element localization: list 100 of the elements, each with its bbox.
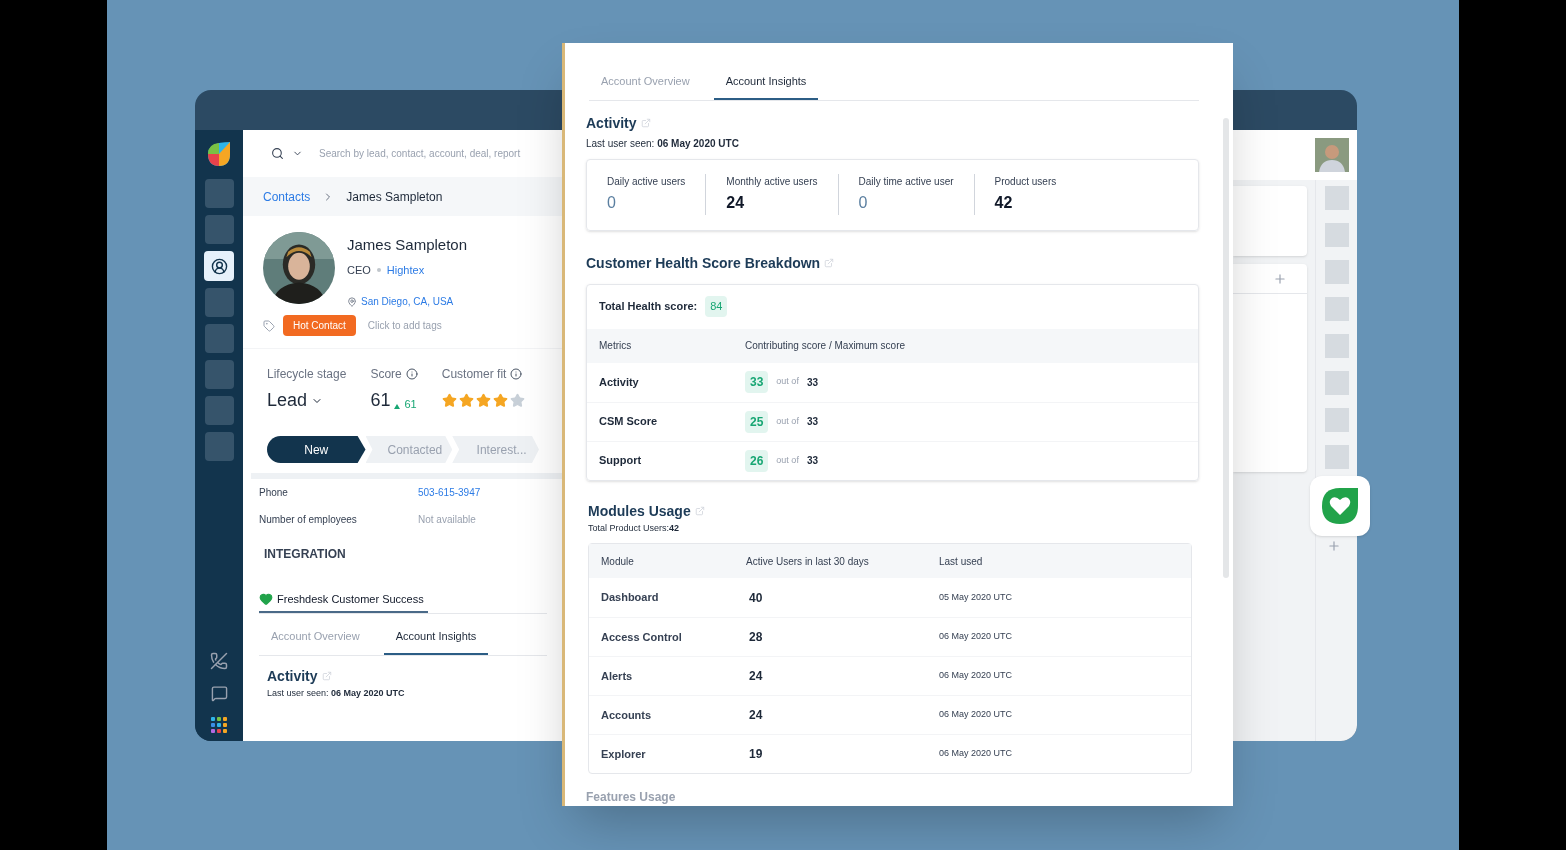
score-badge: 84 (705, 296, 728, 317)
app-placeholder[interactable] (1324, 408, 1349, 432)
location-link[interactable]: San Diego, CA, USA (361, 294, 454, 309)
active-users: 40 (749, 589, 764, 607)
metric-value: 0 (607, 193, 617, 213)
section-title: Customer Health Score Breakdown (586, 253, 821, 273)
info-icon[interactable] (405, 368, 418, 380)
metric-value: 24 (726, 193, 746, 213)
nav-placeholder[interactable] (204, 215, 234, 244)
metric-value: 0 (858, 193, 869, 213)
heart-icon (259, 592, 273, 606)
field-label: Number of employees (259, 513, 358, 527)
lifecycle-label: Lifecycle stage (267, 366, 347, 383)
tab[interactable]: Account Overview (589, 69, 702, 100)
nav-placeholder[interactable] (204, 324, 234, 353)
chat-icon[interactable] (210, 685, 228, 702)
dot-icon (376, 267, 381, 272)
plus-icon[interactable] (1273, 271, 1287, 286)
contacts-nav-item[interactable] (204, 251, 234, 281)
metric-label: Daily time active user (858, 175, 954, 189)
metric-name: CSM Score (599, 414, 659, 430)
nav-placeholder[interactable] (204, 396, 234, 425)
app-placeholder[interactable] (1324, 297, 1349, 321)
app-placeholder[interactable] (1324, 445, 1349, 469)
metric-name: Activity (599, 374, 640, 390)
nav-placeholder[interactable] (204, 432, 234, 461)
phone-icon[interactable] (210, 652, 228, 670)
section-title: Activity (267, 666, 318, 686)
tag-icon (263, 319, 275, 332)
external-link-icon[interactable] (321, 671, 332, 682)
max-score: 33 (806, 454, 818, 468)
pipeline-stage[interactable]: Interest... (452, 436, 539, 463)
app-placeholder[interactable] (1324, 371, 1349, 395)
external-link-icon[interactable] (640, 118, 651, 128)
customer-fit-label: Customer fit (441, 366, 507, 383)
score-badge: 26 (745, 449, 769, 472)
company-link[interactable]: Hightex (386, 261, 425, 278)
breadcrumb-link[interactable]: Contacts (263, 187, 311, 206)
tab[interactable]: Account Insights (713, 69, 819, 100)
add-tags-hint[interactable]: Click to add tags (367, 318, 442, 333)
info-icon[interactable] (510, 368, 523, 380)
star-icon (441, 393, 457, 408)
field-value[interactable]: 503-615-3947 (418, 485, 481, 500)
column-header: Active Users in last 30 days (746, 554, 870, 569)
total-users-text: Total Product Users:42 (587, 521, 681, 535)
nav-placeholder[interactable] (204, 179, 234, 208)
metric-value: 42 (994, 193, 1014, 213)
nav-placeholder[interactable] (204, 360, 234, 389)
out-of-text: out of (776, 414, 799, 428)
active-users: 24 (749, 707, 764, 724)
lifecycle-dropdown[interactable]: Lead (267, 387, 347, 414)
up-triangle-icon (394, 404, 401, 409)
active-users: 28 (749, 629, 764, 646)
section-heading: INTEGRATION (263, 546, 347, 563)
out-of-text: out of (776, 453, 799, 467)
column-header: Module (601, 554, 635, 569)
star-icon (475, 393, 491, 408)
column-header: Last used (939, 554, 983, 569)
pipeline-stage[interactable]: New (267, 436, 366, 463)
user-avatar[interactable] (1315, 138, 1349, 172)
last-used-date: 05 May 2020 UTC (939, 590, 1013, 604)
max-score: 33 (806, 375, 818, 390)
score-change: 61 (404, 396, 417, 412)
module-name: Alerts (601, 668, 634, 684)
app-tab[interactable]: Freshdesk Customer Success (259, 590, 428, 614)
tab[interactable]: Account Insights (383, 624, 489, 655)
score-badge: 25 (745, 410, 769, 433)
star-icon (509, 393, 525, 408)
tag-chip[interactable]: Hot Contact (283, 315, 356, 336)
nav-placeholder[interactable] (204, 288, 234, 317)
out-of-text: out of (776, 375, 799, 389)
last-used-date: 06 May 2020 UTC (939, 669, 1013, 683)
app-placeholder[interactable] (1324, 186, 1349, 210)
search-icon[interactable] (271, 147, 284, 160)
last-seen-text: Last user seen: 06 May 2020 UTC (586, 136, 740, 151)
search-field[interactable]: Search by lead, contact, account, deal, report (319, 146, 535, 161)
total-health-label: Total Health score: (599, 299, 698, 315)
scrollbar[interactable] (1223, 118, 1229, 578)
app-placeholder[interactable] (1324, 334, 1349, 358)
heart-app-button[interactable] (1310, 476, 1370, 536)
metric-name: Support (599, 453, 643, 469)
app-placeholder[interactable] (1324, 223, 1349, 247)
module-name: Access Control (601, 629, 683, 645)
breadcrumb-current: James Sampleton (346, 188, 443, 206)
plus-icon[interactable] (1327, 539, 1341, 553)
last-used-date: 06 May 2020 UTC (939, 708, 1013, 722)
external-link-icon[interactable] (694, 506, 705, 516)
column-header: Metrics (599, 339, 633, 353)
external-link-icon[interactable] (824, 258, 835, 268)
app-placeholder[interactable] (1324, 260, 1349, 284)
pipeline-stage[interactable]: Contacted (365, 436, 453, 463)
heart-icon (1320, 486, 1360, 526)
tab[interactable]: Account Overview (259, 624, 372, 655)
star-icon (458, 393, 474, 408)
active-users: 24 (749, 668, 764, 685)
location-pin-icon (347, 296, 357, 307)
score-badge: 33 (745, 371, 769, 393)
metric-label: Product users (994, 175, 1057, 189)
apps-grid-icon[interactable] (211, 717, 227, 733)
max-score: 33 (806, 415, 818, 429)
